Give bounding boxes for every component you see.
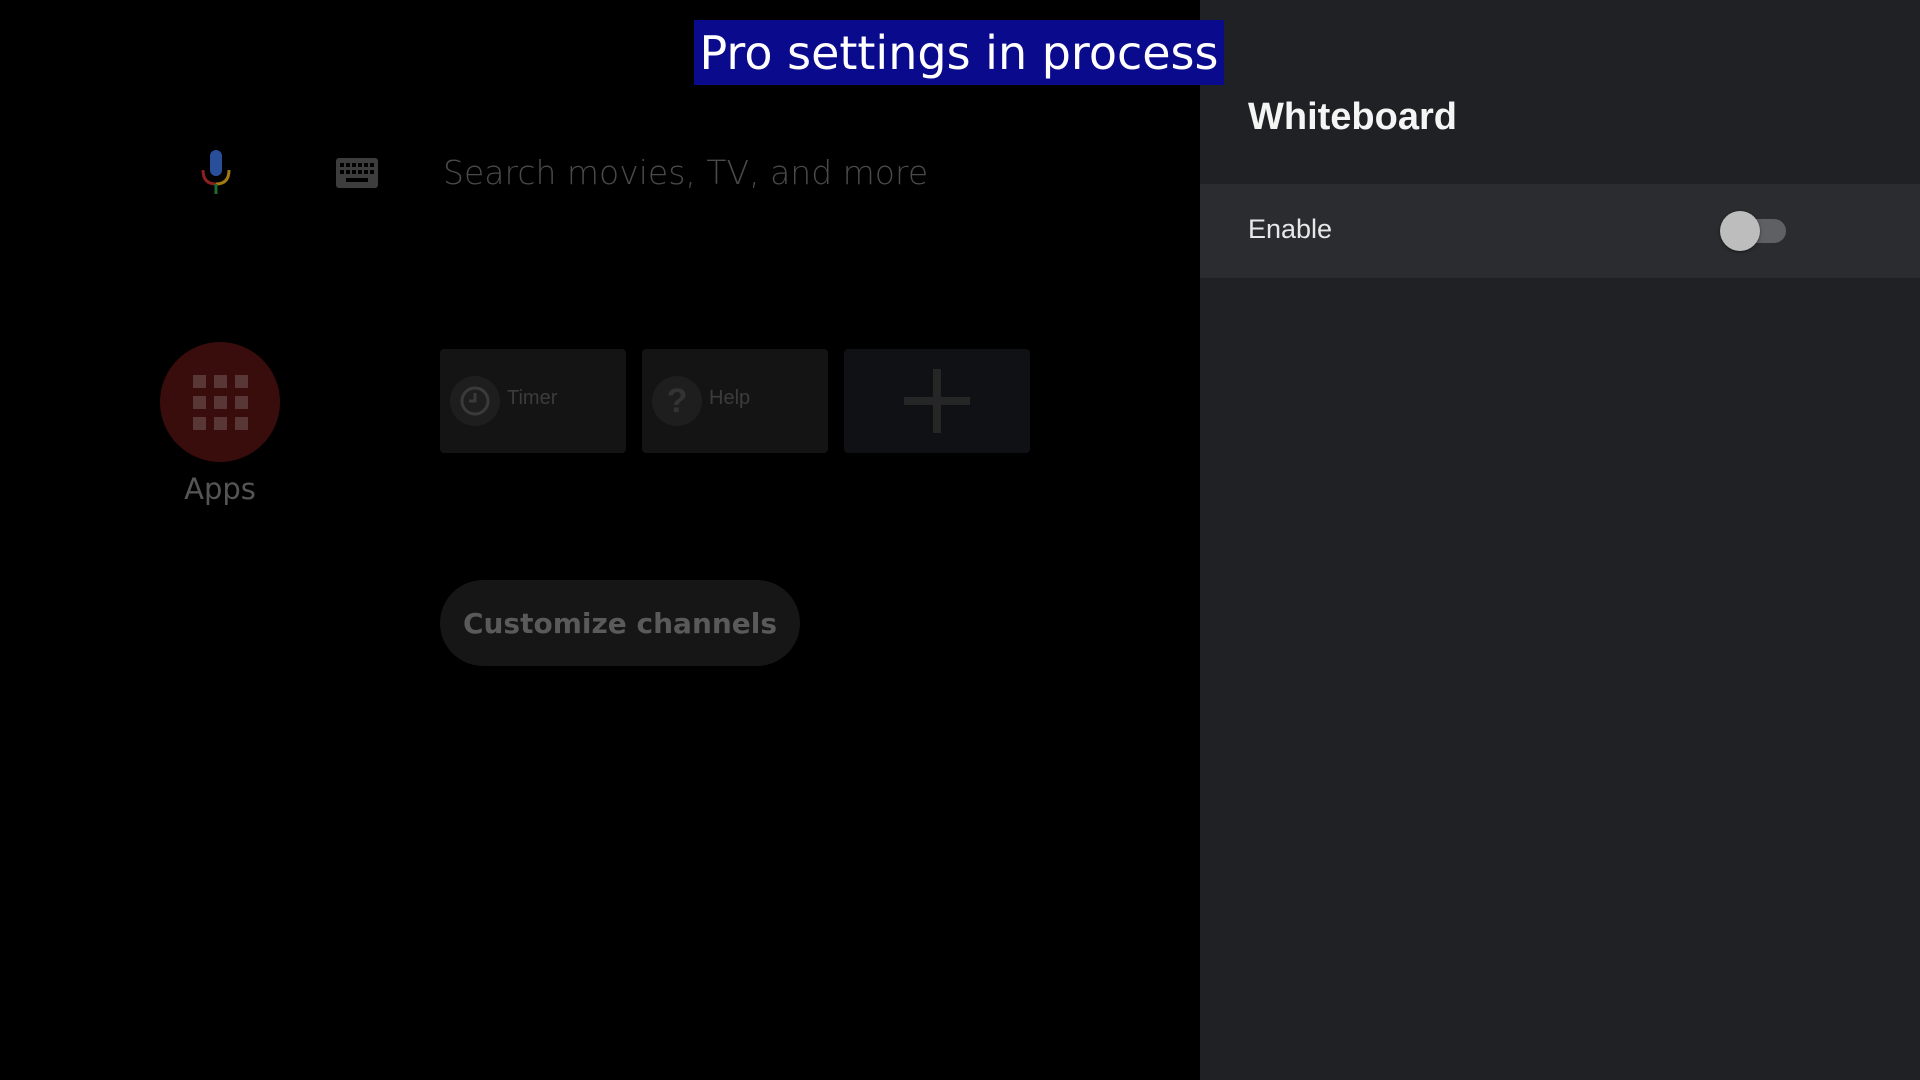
setting-row-enable[interactable]: Enable [1200,184,1920,278]
settings-side-panel: Whiteboard Enable [1200,0,1920,1080]
tv-home-screen: Search movies, TV, and more Apps Timer ? [0,0,1920,1080]
microphone-icon[interactable] [196,148,236,198]
help-icon: ? [652,376,702,426]
customize-channels-button[interactable]: Customize channels [440,580,800,666]
timer-icon [450,376,500,426]
keyboard-icon[interactable] [336,158,378,188]
search-input[interactable]: Search movies, TV, and more [443,148,1003,198]
toast-message: Pro settings in process [694,20,1224,85]
panel-title: Whiteboard [1248,96,1457,138]
add-favorite-tile[interactable] [844,349,1030,453]
home-screen-dimmed: Search movies, TV, and more Apps Timer ? [0,0,1200,1080]
tile-label: Timer [507,387,558,409]
apps-grid-icon [192,374,248,430]
apps-button[interactable] [160,342,280,462]
setting-label: Enable [1248,214,1333,244]
plus-icon-vertical [933,369,941,433]
apps-label: Apps [184,472,256,506]
favorite-tile-help[interactable]: ? Help [642,349,828,453]
favorite-tile-timer[interactable]: Timer [440,349,626,453]
enable-toggle-switch[interactable] [1720,210,1790,252]
toggle-thumb [1720,211,1760,251]
tile-label: Help [709,387,751,409]
